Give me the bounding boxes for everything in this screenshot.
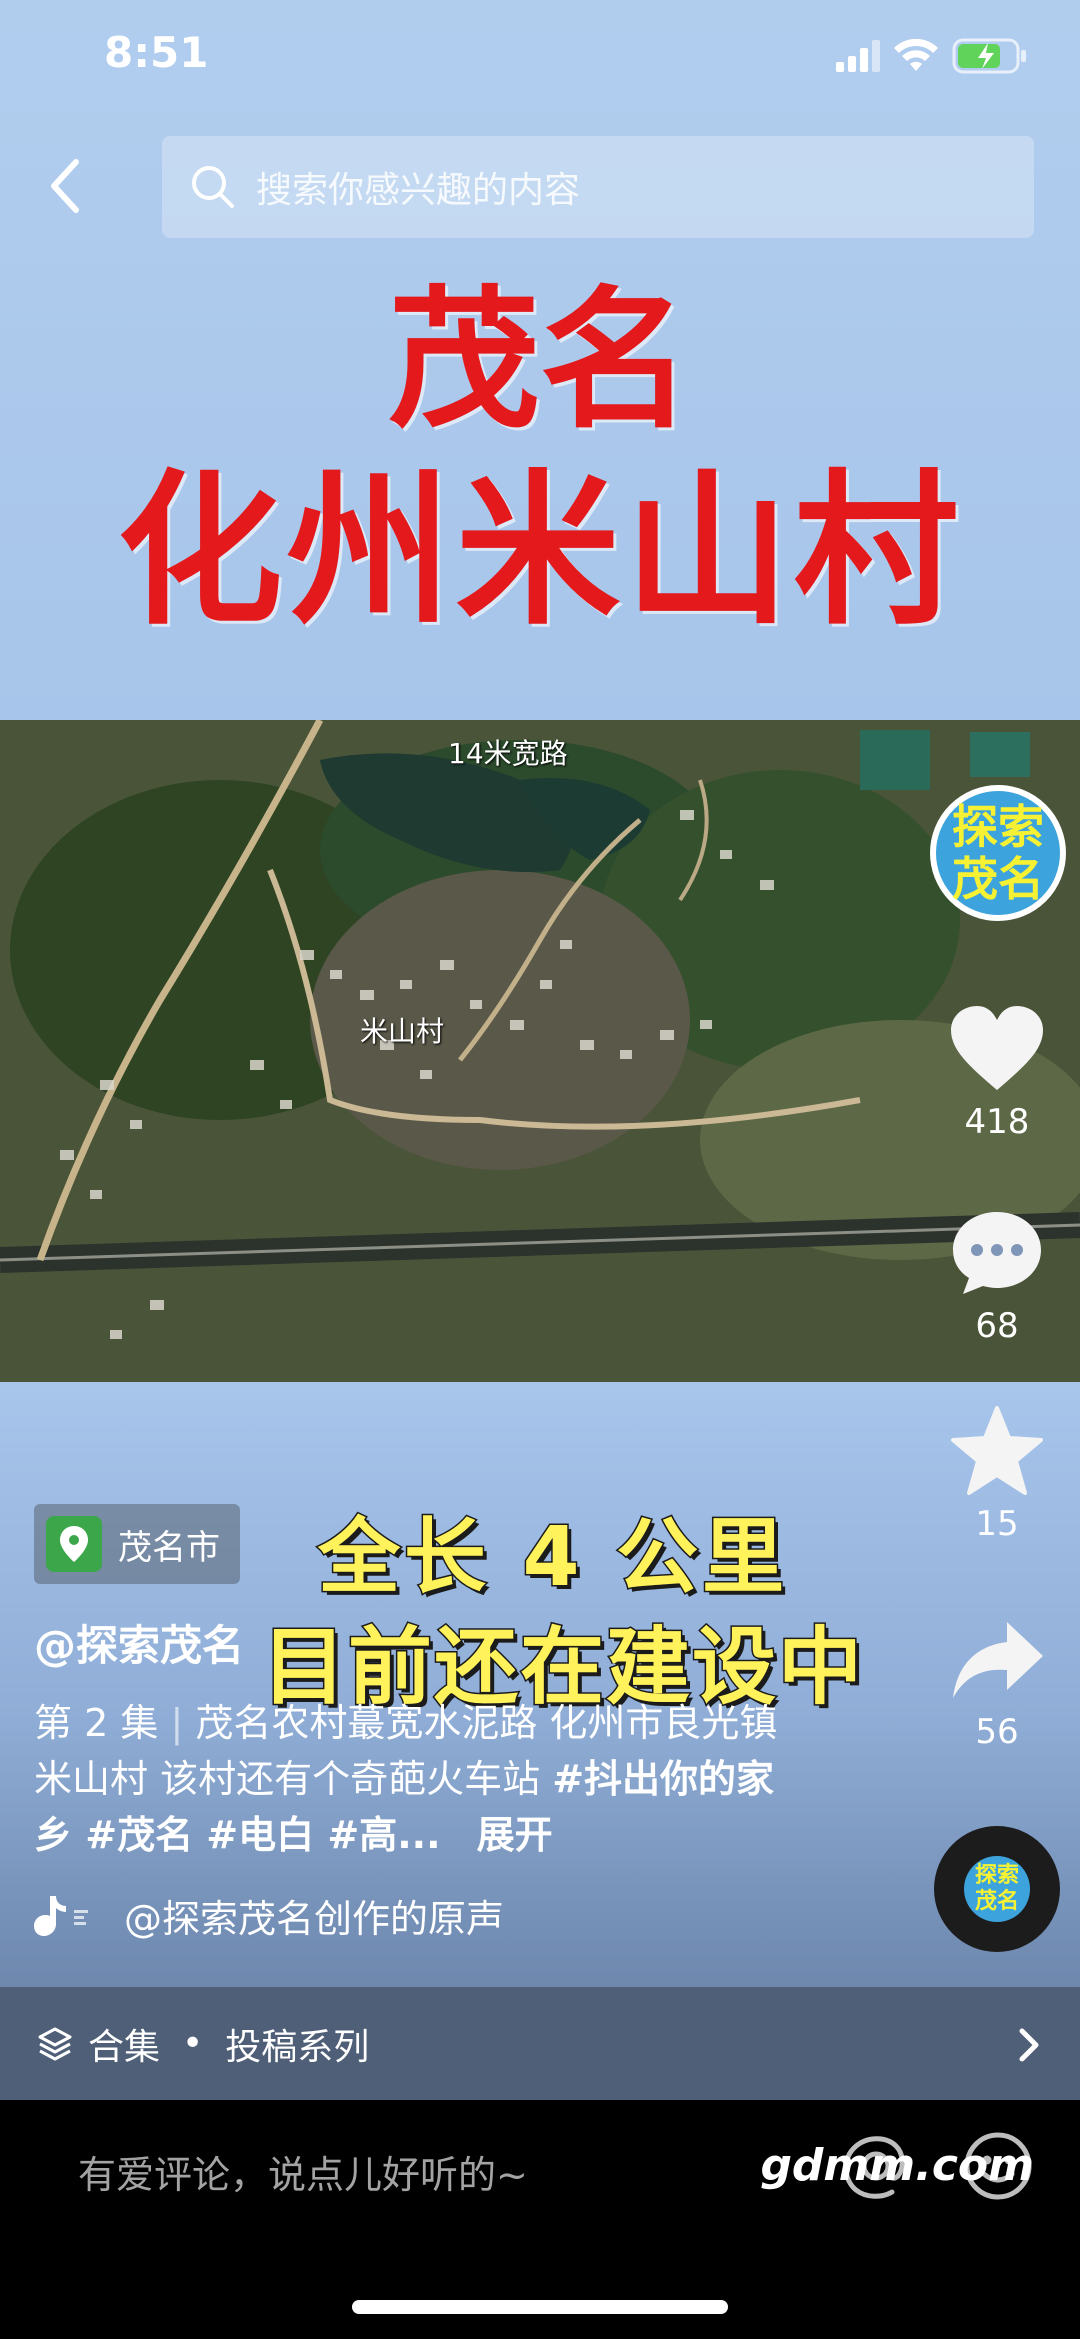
comment-button[interactable]: 68 [932, 1208, 1062, 1346]
map-road-label: 14米宽路 [448, 737, 568, 770]
search-icon [192, 166, 234, 208]
status-icons [836, 38, 1028, 74]
signal-icon [836, 40, 880, 72]
collection-separator: • [182, 2023, 204, 2064]
status-bar: 8:51 [0, 0, 1080, 110]
like-button[interactable]: 418 [932, 1004, 1062, 1142]
disc-cover: 探索 茂名 [964, 1856, 1030, 1922]
location-tag[interactable]: 茂名市 [34, 1504, 240, 1584]
author-name[interactable]: @探索茂名 [34, 1612, 244, 1673]
episode-label: 第 2 集 [34, 1701, 159, 1745]
home-indicator[interactable] [352, 2300, 728, 2314]
video-title-overlay: 茂名 化州米山村 [0, 265, 1080, 645]
episode-divider: | [170, 1701, 184, 1745]
music-row[interactable]: @探索茂名创作的原声 [34, 1888, 504, 1943]
caption-line-1: 全长 4 公里 [316, 1509, 789, 1607]
battery-charging-icon [952, 38, 1026, 74]
disc-text-2: 茂名 [974, 1889, 1019, 1914]
favorite-count: 15 [975, 1504, 1019, 1544]
satellite-terrain [0, 720, 1080, 1382]
music-disc[interactable]: 探索 茂名 [934, 1826, 1060, 1952]
location-label: 茂名市 [118, 1527, 220, 1568]
search-placeholder: 搜索你感兴趣的内容 [256, 170, 581, 211]
layers-icon [38, 2027, 72, 2060]
comment-input[interactable]: 有爱评论，说点儿好听的~ [78, 2144, 528, 2199]
search-input[interactable]: 搜索你感兴趣的内容 [162, 136, 1034, 238]
collection-label: 合集 [88, 2026, 161, 2068]
title-line-2: 化州米山村 [117, 453, 963, 647]
heart-icon [951, 1006, 1043, 1090]
map-village-label: 米山村 [360, 1015, 445, 1048]
comment-count: 68 [975, 1306, 1019, 1346]
chevron-left-icon [51, 159, 79, 213]
collection-bar[interactable]: 合集 • 投稿系列 [0, 1987, 1080, 2100]
wifi-icon [894, 39, 938, 71]
chevron-right-icon [1019, 2028, 1039, 2062]
avatar-text-1: 探索 [952, 800, 1044, 854]
music-note-icon [34, 1895, 88, 1936]
avatar-text-2: 茂名 [952, 852, 1044, 906]
status-time: 8:51 [104, 28, 209, 77]
share-count: 56 [975, 1712, 1019, 1752]
share-button[interactable]: 56 [932, 1618, 1062, 1752]
like-count: 418 [964, 1102, 1030, 1142]
music-title: @探索茂名创作的原声 [124, 1897, 505, 1941]
favorite-button[interactable]: 15 [932, 1406, 1062, 1544]
title-line-1: 茂名 [388, 270, 692, 449]
expand-button[interactable]: 展开 [477, 1813, 553, 1857]
video-description[interactable]: 第 2 集 | 茂名农村蕞宽水泥路 化州市良光镇米山村 该村还有个奇葩火车站 #… [34, 1695, 804, 1863]
satellite-map-image: 14米宽路 米山村 [0, 720, 1080, 1382]
location-pin-icon [46, 1516, 102, 1572]
comment-icon [953, 1212, 1041, 1294]
disc-text-1: 探索 [974, 1863, 1019, 1888]
share-arrow-icon [953, 1622, 1043, 1698]
star-icon [951, 1406, 1043, 1495]
back-button[interactable] [36, 150, 106, 230]
watermark: gdmm.com [760, 2140, 1034, 2191]
author-avatar[interactable]: 探索 茂名 [930, 785, 1066, 921]
collection-series: 投稿系列 [225, 2026, 370, 2068]
